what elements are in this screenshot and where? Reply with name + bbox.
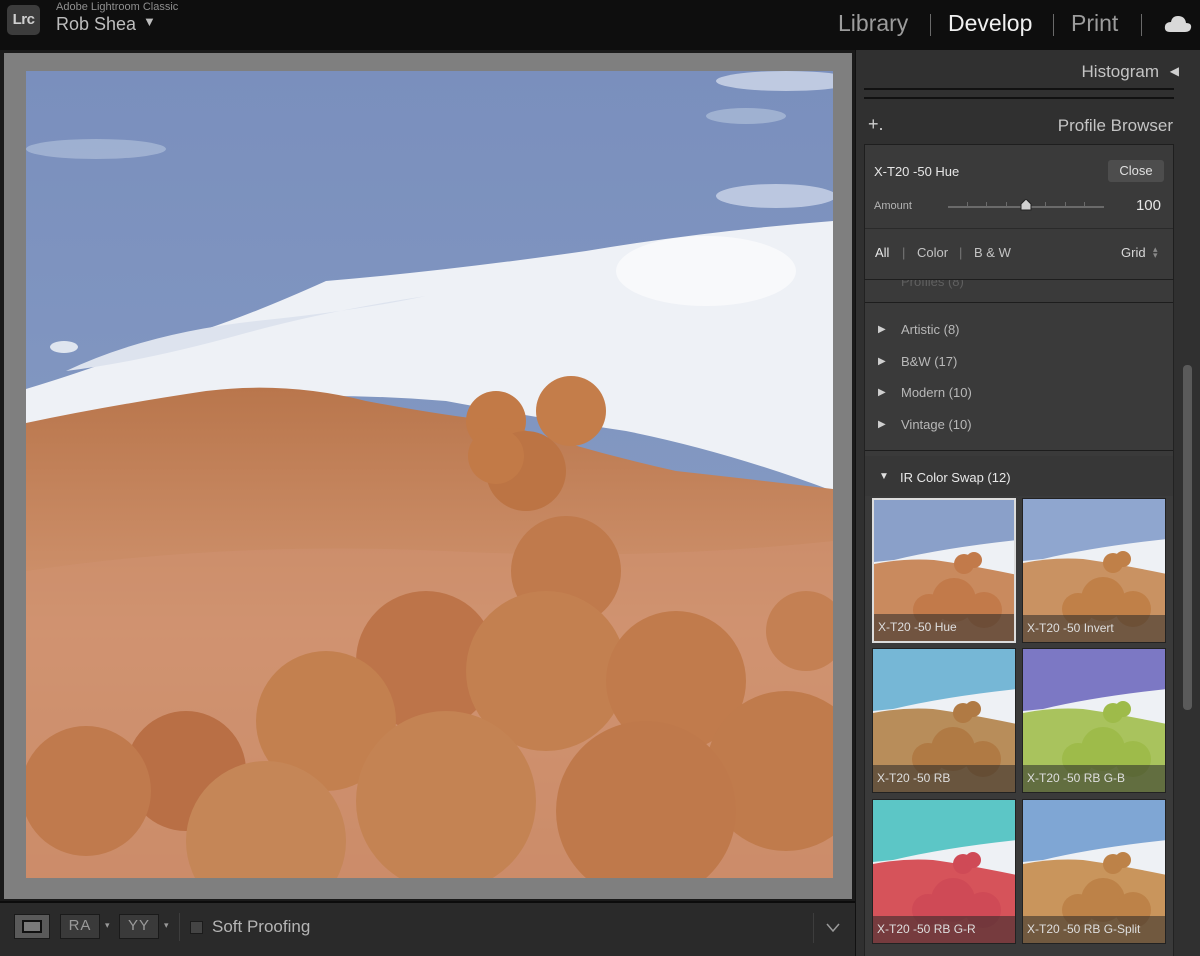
profile-thumbnail-label: X-T20 -50 RB G-B [1023,765,1165,792]
profile-browser-header: +. Profile Browser [856,108,1186,142]
identity-plate-name[interactable]: Rob Shea [56,14,136,35]
chevron-down-icon [826,923,840,932]
soft-proofing-checkbox[interactable] [190,921,203,934]
amount-slider-thumb[interactable] [1020,199,1032,211]
filter-bw[interactable]: B & W [974,245,1011,260]
group-label: IR Color Swap (12) [900,470,1011,485]
soft-proofing-label[interactable]: Soft Proofing [212,917,310,937]
slider-tick [1084,202,1085,206]
module-separator [930,14,931,36]
profile-thumbnail-label: X-T20 -50 Hue [874,614,1014,641]
profile-thumbnail-label: X-T20 -50 Invert [1023,615,1165,642]
slider-tick [1065,202,1066,206]
panel-divider [864,88,1174,90]
right-panel: Histogram ◀ +. Profile Browser X-T20 -50… [855,50,1200,956]
filter-divider [865,228,1173,229]
group-artistic[interactable]: ▶ Artistic (8) [865,315,1173,345]
profiles-group-partial[interactable]: Profiles (8) [901,280,964,289]
list-divider [865,450,1173,451]
app-name: Adobe Lightroom Classic [56,1,179,13]
module-separator [1053,14,1054,36]
identity-dropdown-icon[interactable]: ▼ [143,14,156,29]
histogram-title: Histogram [1081,62,1159,81]
profile-list: Profiles (8) ▶ Artistic (8) ▶ B&W (17) ▶… [864,280,1174,956]
filter-separator: | [959,245,963,260]
profile-thumbnail[interactable]: X-T20 -50 RB G-Split [1022,799,1166,944]
group-bw[interactable]: ▶ B&W (17) [865,347,1173,377]
photo-preview[interactable] [26,71,833,878]
add-profile-icon[interactable]: +. [868,114,884,135]
slider-tick [1006,202,1007,206]
expand-arrow-icon: ▶ [878,324,886,335]
group-label: B&W (17) [901,354,958,369]
close-button[interactable]: Close [1108,160,1164,182]
module-develop[interactable]: Develop [948,10,1032,37]
toolbar-content-dropdown[interactable] [813,913,851,943]
profile-thumbnail[interactable]: X-T20 -50 Hue [872,498,1016,643]
profile-thumbnail-label: X-T20 -50 RB G-Split [1023,916,1165,943]
view-mode-select[interactable]: Grid [1121,245,1146,260]
amount-value[interactable]: 100 [1136,197,1161,214]
slider-tick [1045,202,1046,206]
panel-divider [864,97,1174,99]
module-separator [1141,14,1142,36]
profile-controls: X-T20 -50 Hue Close Amount 100 All | Col… [864,144,1174,280]
collapse-arrow-icon: ▼ [879,471,889,482]
group-label: Vintage (10) [901,417,972,432]
before-after-menu-caret[interactable]: ▾ [105,920,110,931]
profile-thumbnail-label: X-T20 -50 RB G-R [873,916,1015,943]
filter-all[interactable]: All [875,245,889,260]
group-ir-color-swap[interactable]: ▼ IR Color Swap (12) [865,456,1173,496]
profile-thumbnail[interactable]: X-T20 -50 RB G-R [872,799,1016,944]
selected-profile-name: X-T20 -50 Hue [874,164,960,179]
slider-tick [986,202,987,206]
filter-separator: | [902,245,906,260]
before-after-left-right-button[interactable]: RA [60,914,100,939]
group-modern[interactable]: ▶ Modern (10) [865,378,1173,408]
group-label: Artistic (8) [901,322,960,337]
profile-thumbnail[interactable]: X-T20 -50 Invert [1022,498,1166,643]
module-library[interactable]: Library [838,10,908,37]
expand-arrow-icon: ▶ [878,356,886,367]
expand-arrow-icon: ▶ [878,419,886,430]
top-bar: Lrc Adobe Lightroom Classic Rob Shea ▼ L… [0,0,1200,50]
panel-scrollbar[interactable] [1183,365,1192,710]
profile-thumbnail[interactable]: X-T20 -50 RB [872,648,1016,793]
module-print[interactable]: Print [1071,10,1118,37]
slider-tick [967,202,968,206]
histogram-panel-header[interactable]: Histogram ◀ [856,50,1186,99]
filter-color[interactable]: Color [917,245,948,260]
view-mode-caret-icon[interactable]: ▴ ▾ [1153,245,1158,260]
before-after-swap-caret[interactable]: ▾ [164,920,169,931]
develop-toolbar: RA ▾ YY ▾ Soft Proofing [0,901,855,956]
landscape-photo [26,71,833,878]
expand-arrow-icon: ▶ [878,387,886,398]
collapse-arrow-icon[interactable]: ◀ [1170,64,1179,78]
profile-thumbnail[interactable]: X-T20 -50 RB G-B [1022,648,1166,793]
cloud-icon[interactable] [1163,13,1193,35]
toolbar-divider [179,913,180,941]
amount-label: Amount [874,200,912,212]
lightroom-logo: Lrc [7,5,40,35]
group-label: Modern (10) [901,385,972,400]
loupe-view-button[interactable] [14,914,50,939]
before-after-top-bottom-button[interactable]: YY [119,914,159,939]
list-divider [865,302,1173,303]
group-vintage[interactable]: ▶ Vintage (10) [865,410,1173,440]
profile-thumbnail-label: X-T20 -50 RB [873,765,1015,792]
profile-browser-title: Profile Browser [1057,116,1173,135]
loupe-view-icon [22,920,42,933]
